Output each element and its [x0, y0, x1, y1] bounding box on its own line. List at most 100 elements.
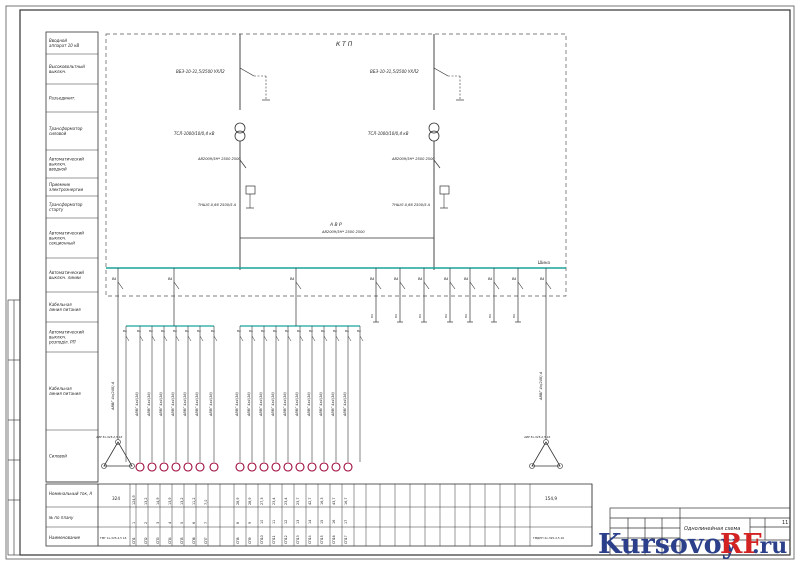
branch-breaker-tag: ВА — [123, 329, 127, 333]
current-cell: 7,0 — [204, 500, 208, 505]
cable-tag: ВА — [488, 314, 492, 318]
branch-breaker — [251, 335, 256, 342]
drawing-sheet: Вводной аппарат 10 кВ Высоковольтный выключ… — [0, 0, 800, 565]
watermark-logo: Kursovoy RF .ru — [598, 529, 787, 560]
breaker-contact — [239, 159, 247, 169]
ktp-boundary — [105, 33, 567, 297]
row-label: розподіл. РП — [48, 340, 76, 345]
inner-frame — [19, 9, 791, 556]
hv-breaker-label: ВБЭ-10-31,5/2500 УХЛ2 — [370, 69, 419, 74]
branch-breaker — [187, 335, 192, 342]
plan-number-cell: 6 — [192, 522, 196, 524]
name-cell: СП3 — [156, 537, 160, 544]
input-breaker-label: АВ2009/3Н* 2500 2500 — [391, 157, 435, 161]
motor-label-right: АИР 5х-325-2,5 16 — [523, 435, 550, 439]
row-label-table: Вводнойаппарат 10 кВВысоковольтныйвыключ… — [45, 31, 99, 483]
current-cell: 13,9 — [168, 497, 172, 505]
bottom-label-current: Номинальный ток, А — [49, 491, 92, 496]
branch-breaker — [213, 335, 218, 342]
row-label: силовой — [49, 131, 67, 136]
hv-breaker-label: ВБЭ-10-31,5/2500 УХЛ2 — [176, 69, 225, 74]
single-line-diagram: ВБЭ-10-31,5/2500 УХЛ2 ТСЛ-1000/10/0,4 кВ А… — [95, 34, 566, 472]
breaker-contact — [449, 281, 456, 290]
sectional-breaker-label: АВ2009/3Н* 2500 2500 — [321, 230, 365, 234]
plan-number-cell: 8 — [236, 522, 240, 524]
load-motor-icon — [331, 462, 341, 472]
name-cell: СП12 — [284, 535, 288, 544]
plan-number-cell: 10 — [260, 520, 264, 524]
branch-breaker — [311, 335, 316, 342]
current-cell: 23,4 — [284, 497, 288, 505]
breaker-contact — [433, 159, 441, 169]
feeder-breaker-tag: ВА — [512, 277, 516, 281]
delta-winding-icon — [531, 441, 561, 467]
feeder-breaker-tag: ВА — [394, 277, 398, 281]
ct-label: ТНШЛ-0,66 2500/5 А — [392, 203, 431, 207]
row-label: линия питания — [48, 307, 81, 312]
branch-breaker — [151, 335, 156, 342]
transformer-winding-icon — [428, 122, 440, 134]
main-cable-label-left: АВВГ 4х(240) А — [111, 381, 115, 411]
bottom-table: 324 124,9 13,2 14,9 13,9 13,2 11,2 7,0 28,9 28,9 2… — [45, 483, 593, 547]
plan-number-cell: 9 — [248, 522, 252, 524]
branch-breaker — [287, 335, 292, 342]
current-cell: 13,2 — [144, 497, 148, 505]
load-motor-icon — [209, 462, 219, 472]
branch-breaker — [335, 335, 340, 342]
cable-label: АВВГ 4х4(16) — [319, 391, 323, 417]
branch-breaker — [347, 335, 352, 342]
load-motor-icon — [259, 462, 269, 472]
branch-breaker — [239, 335, 244, 342]
branch-breaker-tag: ВА — [261, 329, 265, 333]
load-motor-icon — [195, 462, 205, 472]
name-cell: СП15 — [320, 535, 324, 544]
row-label: Разъединит. — [49, 96, 75, 101]
load-motor-icon — [159, 462, 169, 472]
bottom-label-name: Наименование — [49, 535, 81, 540]
branch-breaker-tag: ВА — [185, 329, 189, 333]
disconnector-blade — [239, 67, 255, 77]
name-cell: ТМГ 1х-325-2,5 16 — [99, 536, 127, 540]
current-transformer-icon — [245, 185, 256, 195]
row-label: выключ. линии — [49, 275, 81, 280]
cable-label: АВВГ 4х4(16) — [307, 391, 311, 417]
cable-label: АВВГ 4х4(16) — [295, 391, 299, 417]
current-cell: 324 — [112, 496, 120, 501]
current-cell: 16,7 — [344, 497, 348, 505]
feeder-breaker-tag: ВА — [168, 277, 172, 281]
current-cell: 28,9 — [248, 497, 252, 505]
row-label: аппарат 10 кВ — [49, 43, 80, 48]
cable-label: АВВГ 4х4(16) — [171, 391, 175, 417]
branch-breaker — [175, 335, 180, 342]
breaker-contact — [295, 281, 302, 290]
cable-label: АВВГ 4х4(16) — [247, 391, 251, 417]
bottom-label-plan: № по плану — [48, 515, 74, 520]
cable-tag: ВА — [394, 314, 398, 318]
name-cell: СП1 — [132, 537, 136, 544]
breaker-contact — [493, 281, 500, 290]
name-cell: СП13 — [296, 535, 300, 544]
load-motor-icon — [295, 462, 305, 472]
watermark-main: Kursovoy — [598, 529, 739, 560]
cable-label: АВВГ 4х4(16) — [183, 391, 187, 417]
cable-label: АВВГ 4х4(16) — [259, 391, 263, 417]
current-cell: 154,9 — [545, 496, 557, 501]
branch-breaker-tag: ВА — [309, 329, 313, 333]
branch-breaker-tag: ВА — [357, 329, 361, 333]
current-cell: 23,7 — [296, 497, 300, 505]
cable-label: АВВГ 4х4(16) — [343, 391, 347, 417]
branch-breaker — [125, 335, 130, 342]
current-cell: 28,9 — [236, 497, 240, 505]
plan-number-cell: 1 — [132, 522, 136, 524]
cable-label: АВВГ 4х4(16) — [147, 391, 151, 417]
transformer-winding-icon — [428, 130, 440, 142]
breaker-contact — [545, 281, 552, 290]
branch-breaker-tag: ВА — [321, 329, 325, 333]
input-breaker-label: АВ2009/3Н* 2500 2500 — [197, 157, 241, 161]
cable-label: АВВГ 4х4(16) — [271, 391, 275, 417]
plan-number-cell: 3 — [156, 522, 160, 524]
current-cell: 23,4 — [272, 497, 276, 505]
name-cell: СП16 — [332, 535, 336, 544]
breaker-contact — [173, 281, 180, 290]
cable-label: АВВГ 4х4(16) — [209, 391, 213, 417]
